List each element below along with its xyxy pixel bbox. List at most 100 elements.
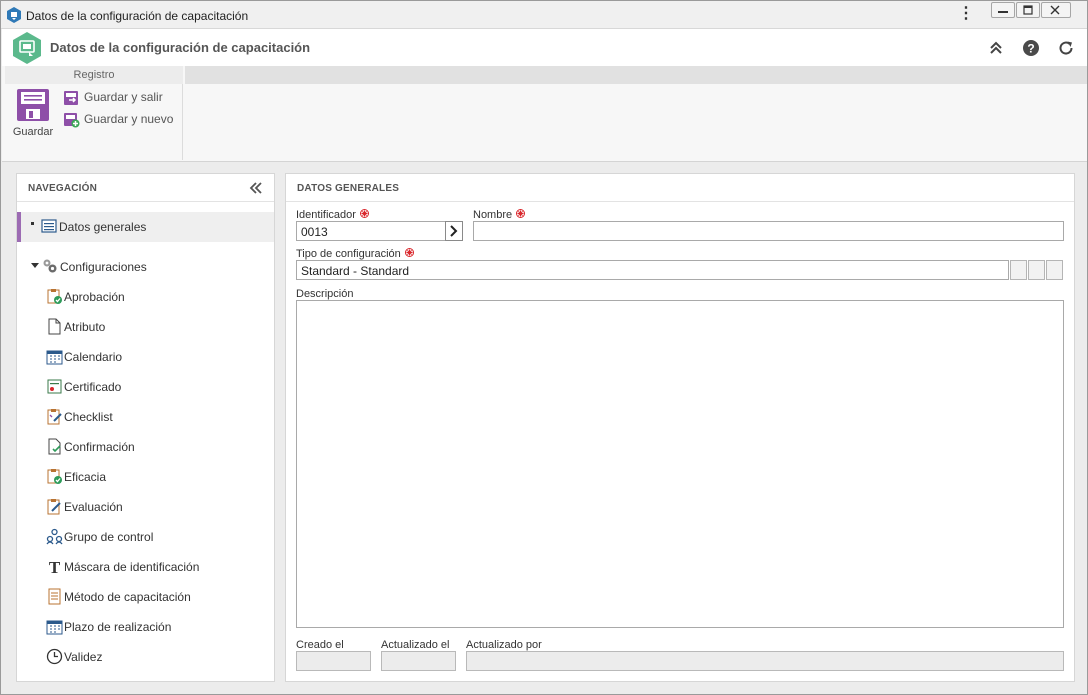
created-field (296, 651, 371, 671)
navigation-panel: NAVEGACIÓN Datos generales Configuracion… (16, 173, 275, 682)
nav-item-validity[interactable]: Validez (46, 646, 246, 668)
nav-deadline-label: Plazo de realización (64, 620, 172, 634)
window-title: Datos de la configuración de capacitació… (26, 9, 249, 23)
updated-by-field (466, 651, 1064, 671)
general-data-icon (41, 219, 57, 233)
nav-confirmation-label: Confirmación (64, 440, 135, 454)
svg-text:T: T (49, 558, 61, 575)
ribbon-header-bar (185, 66, 1087, 84)
section-title: DATOS GENERALES (297, 183, 400, 194)
refresh-icon[interactable] (1057, 39, 1075, 57)
nav-item-efficacy[interactable]: Eficacia (46, 466, 246, 488)
nav-item-attribute[interactable]: Atributo (46, 316, 246, 338)
updated-label: Actualizado el (381, 639, 450, 651)
required-icon (404, 248, 414, 257)
config-type-value: Standard - Standard (301, 264, 410, 278)
method-icon (48, 588, 61, 605)
page-title: Datos de la configuración de capacitació… (50, 40, 311, 55)
updated-field (381, 651, 456, 671)
group-icon (46, 528, 63, 545)
nav-item-evaluation[interactable]: Evaluación (46, 496, 246, 518)
checklist-icon (47, 409, 62, 425)
identifier-input[interactable]: 0013 (296, 221, 446, 241)
nav-item-checklist[interactable]: Checklist (46, 406, 246, 428)
nav-item-general-data[interactable]: Datos generales (17, 212, 274, 242)
updated-by-label: Actualizado por (466, 639, 542, 651)
minimize-button[interactable] (991, 2, 1015, 18)
restore-button[interactable] (1016, 2, 1040, 18)
chevron-right-icon (450, 225, 458, 237)
save-and-exit-button[interactable]: Guardar y salir (63, 89, 173, 107)
nav-item-approval[interactable]: Aprobación (46, 286, 246, 308)
save-and-new-button[interactable]: Guardar y nuevo (63, 111, 178, 129)
title-bar: Datos de la configuración de capacitació… (1, 1, 1087, 29)
save-exit-label: Guardar y salir (84, 90, 163, 104)
text-mask-icon: T (49, 558, 61, 575)
svg-text:?: ? (1027, 42, 1034, 56)
nav-item-confirmation[interactable]: Confirmación (46, 436, 246, 458)
nav-item-configurations[interactable]: Configuraciones (31, 256, 231, 278)
clock-icon (46, 648, 63, 665)
confirmation-icon (48, 438, 61, 455)
nav-item-training-method[interactable]: Método de capacitación (46, 586, 246, 608)
deadline-icon (46, 620, 63, 635)
nav-item-control-group[interactable]: Grupo de control (46, 526, 246, 548)
nav-control-group-label: Grupo de control (64, 530, 154, 544)
nav-item-deadline[interactable]: Plazo de realización (46, 616, 246, 638)
minimize-icon (998, 11, 1008, 13)
calendar-icon (46, 350, 63, 365)
identifier-next-button[interactable] (445, 221, 463, 241)
app-window: Datos de la configuración de capacitació… (0, 0, 1088, 695)
name-input[interactable] (473, 221, 1064, 241)
nav-training-method-label: Método de capacitación (64, 590, 191, 604)
general-data-panel: DATOS GENERALES Identificador 0013 Nombr… (285, 173, 1075, 682)
app-logo-icon (7, 7, 21, 23)
name-label-wrap: Nombre (473, 209, 526, 221)
collapse-up-icon[interactable] (987, 39, 1005, 57)
identifier-label: Identificador (296, 209, 356, 221)
navigation-header: NAVEGACIÓN (17, 174, 274, 202)
save-button[interactable]: Guardar (10, 88, 56, 140)
description-label: Descripción (296, 288, 354, 300)
configuration-hexagon-icon (13, 32, 41, 64)
more-options-icon[interactable]: ⋮ (958, 6, 974, 23)
collapse-left-icon[interactable] (249, 182, 263, 194)
identifier-label-wrap: Identificador (296, 209, 369, 221)
required-icon (516, 209, 526, 218)
config-type-label-wrap: Tipo de configuración (296, 248, 414, 260)
nav-attribute-label: Atributo (64, 320, 106, 334)
description-textarea[interactable] (296, 300, 1064, 628)
restore-icon (1023, 5, 1033, 15)
general-data-header: DATOS GENERALES (286, 174, 1074, 202)
gears-icon (43, 259, 57, 273)
approval-icon (47, 289, 62, 304)
save-exit-icon (64, 91, 78, 105)
expand-triangle-icon[interactable] (31, 263, 39, 269)
name-label: Nombre (473, 209, 513, 221)
navigation-title: NAVEGACIÓN (28, 183, 98, 194)
page-header: Datos de la configuración de capacitació… (2, 29, 1087, 66)
nav-configurations-label: Configuraciones (60, 260, 147, 274)
nav-item-certificate[interactable]: Certificado (46, 376, 246, 398)
config-type-label: Tipo de configuración (296, 248, 401, 260)
nav-item-id-mask[interactable]: T Máscara de identificación (46, 556, 246, 578)
save-disk-icon (17, 89, 49, 121)
nav-efficacy-label: Eficacia (64, 470, 107, 484)
close-icon (1050, 5, 1060, 15)
config-type-input[interactable]: Standard - Standard (296, 260, 1009, 280)
ribbon-toolbar: Registro Guardar Guardar y salir Guardar… (2, 66, 1087, 162)
close-button[interactable] (1041, 2, 1071, 18)
attribute-icon (48, 318, 61, 335)
config-type-search-button[interactable] (1010, 260, 1027, 280)
nav-checklist-label: Checklist (64, 410, 113, 424)
nav-validity-label: Validez (64, 650, 103, 664)
nav-item-calendar[interactable]: Calendario (46, 346, 246, 368)
help-icon[interactable]: ? (1022, 39, 1040, 57)
nav-evaluation-label: Evaluación (64, 500, 123, 514)
save-new-label: Guardar y nuevo (84, 112, 174, 126)
bullet-icon (31, 222, 34, 225)
ribbon-group-label: Registro (5, 66, 183, 84)
efficacy-icon (47, 469, 62, 484)
config-type-add-button[interactable] (1028, 260, 1045, 280)
config-type-clear-button[interactable] (1046, 260, 1063, 280)
